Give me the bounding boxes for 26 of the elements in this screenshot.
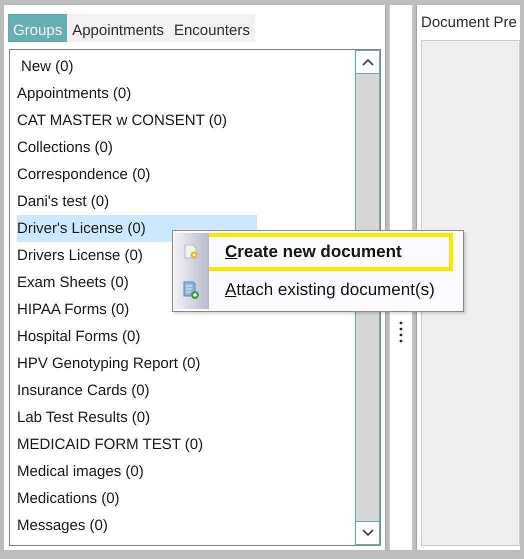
group-item[interactable]: Correspondence (0): [17, 161, 257, 188]
group-item[interactable]: MEDICAID FORM TEST (0): [17, 431, 257, 458]
chevron-down-icon: [362, 529, 374, 537]
group-item[interactable]: Dani's test (0): [17, 188, 257, 215]
scroll-down-button[interactable]: [355, 521, 380, 545]
group-item[interactable]: Messages (0): [17, 512, 257, 539]
grip-icon: [399, 321, 403, 343]
menu-item[interactable]: Attach existing document(s): [173, 271, 463, 309]
tab[interactable]: Appointments: [67, 14, 169, 42]
group-item[interactable]: Lab Test Results (0): [17, 404, 257, 431]
group-item[interactable]: Medications (0): [17, 485, 257, 512]
group-item[interactable]: Medical images (0): [17, 458, 257, 485]
new-document-icon: [182, 243, 200, 261]
preview-title: Document Pre: [421, 13, 518, 33]
chevron-up-icon: [362, 58, 374, 66]
menu-item[interactable]: Create new document: [173, 233, 453, 271]
attach-document-icon: [182, 280, 200, 300]
group-item[interactable]: CAT MASTER w CONSENT (0): [17, 107, 257, 134]
scroll-up-button[interactable]: [355, 50, 380, 74]
tab[interactable]: Encounters: [168, 14, 255, 42]
group-item[interactable]: Appointments (0): [17, 80, 257, 107]
group-item[interactable]: Collections (0): [17, 134, 257, 161]
group-item[interactable]: HPV Genotyping Report (0): [17, 350, 257, 377]
group-item[interactable]: New (0): [17, 53, 257, 80]
group-item[interactable]: Insurance Cards (0): [17, 377, 257, 404]
group-item[interactable]: Hospital Forms (0): [17, 323, 257, 350]
